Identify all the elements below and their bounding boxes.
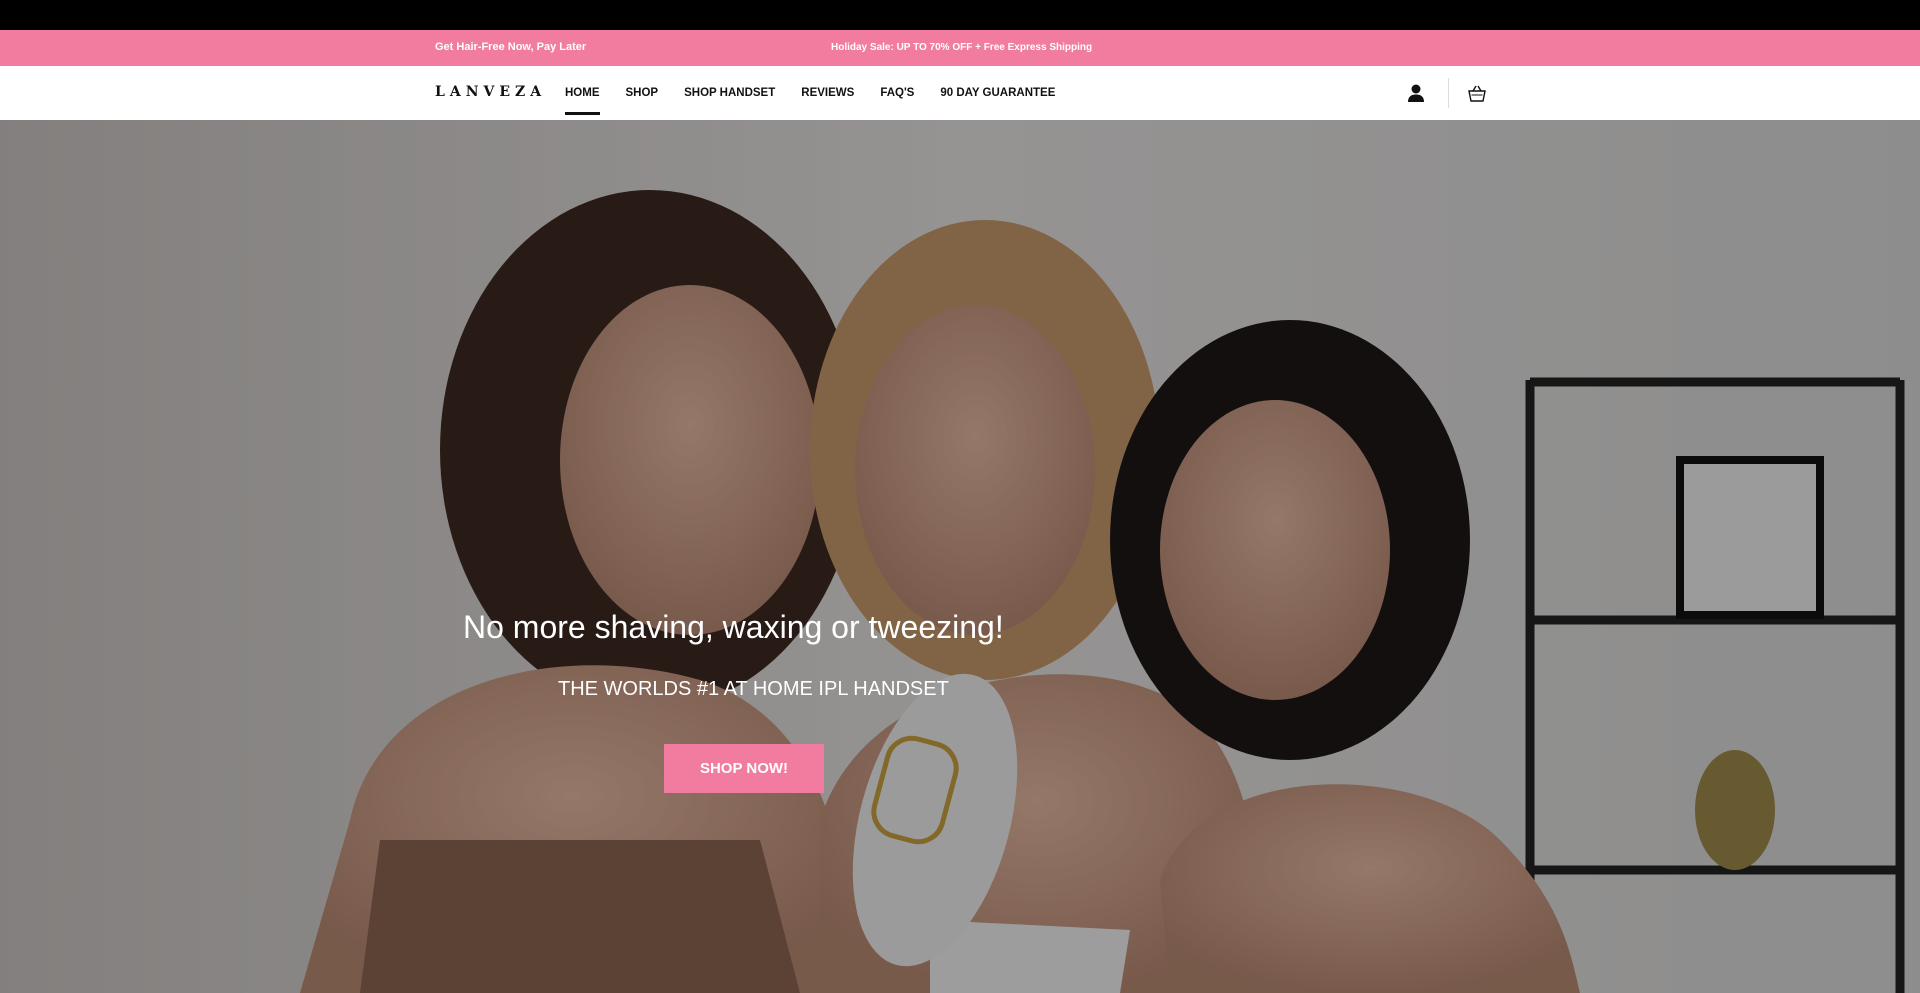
holiday-sale-text[interactable]: Holiday Sale: UP TO 70% OFF + Free Expre… [831,42,1092,53]
site-header: LANVEZA HOME SHOP SHOP HANDSET REVIEWS F… [0,66,1920,120]
nav-item-guarantee[interactable]: 90 DAY GUARANTEE [940,66,1055,120]
nav-item-shop-handset[interactable]: SHOP HANDSET [684,66,775,120]
main-nav: HOME SHOP SHOP HANDSET REVIEWS FAQ'S 90 … [565,66,1081,120]
logo[interactable]: LANVEZA [435,84,546,100]
nav-item-reviews[interactable]: REVIEWS [801,66,854,120]
browser-top-bar [0,0,1920,30]
pay-later-text[interactable]: Get Hair-Free Now, Pay Later [435,41,586,53]
announcement-bar: Get Hair-Free Now, Pay Later Holiday Sal… [0,30,1920,66]
hero-banner: No more shaving, waxing or tweezing! THE… [0,120,1920,993]
nav-item-shop[interactable]: SHOP [626,66,659,120]
hero-overlay [0,120,1920,993]
header-divider [1448,78,1449,108]
nav-item-faqs[interactable]: FAQ'S [880,66,914,120]
user-icon[interactable] [1405,82,1427,104]
hero-subtitle: THE WORLDS #1 AT HOME IPL HANDSET [558,678,949,700]
nav-item-home[interactable]: HOME [565,66,600,120]
shop-now-button[interactable]: SHOP NOW! [664,744,824,793]
shopping-bag-icon[interactable] [1466,82,1488,104]
hero-title: No more shaving, waxing or tweezing! [463,609,1004,645]
